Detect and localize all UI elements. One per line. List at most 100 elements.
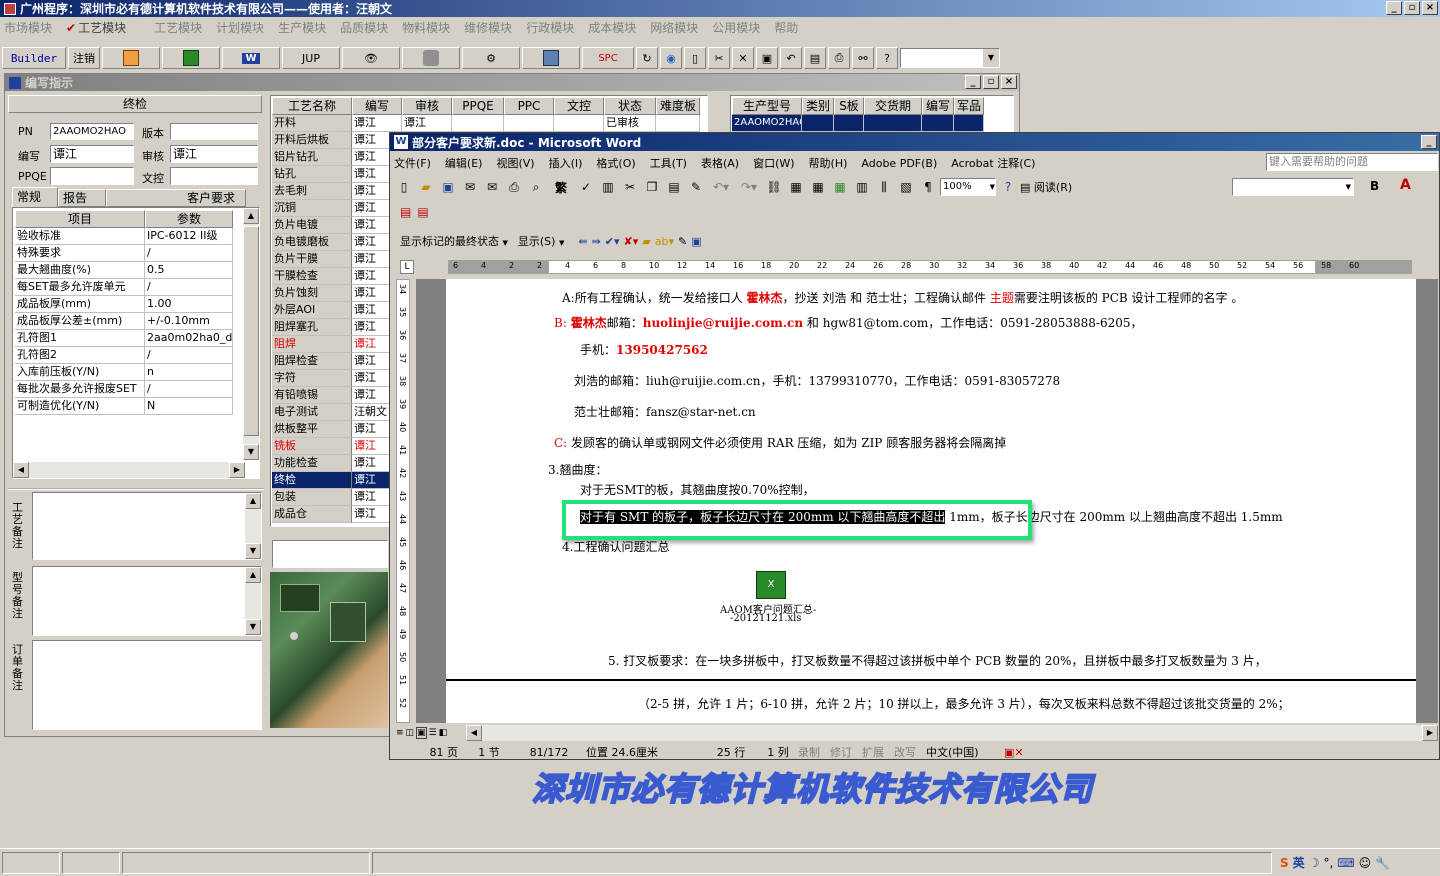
print-view-icon[interactable]: ▣ — [416, 727, 427, 739]
process-cell[interactable]: 谭江 — [402, 115, 452, 132]
reading-view-icon[interactable]: ◧ — [439, 728, 448, 738]
web-view-icon[interactable]: ◫ — [406, 728, 415, 738]
ime-mode[interactable]: 英 — [1293, 854, 1305, 871]
hyperlink-icon[interactable]: ⛓ — [764, 180, 784, 194]
report-button[interactable] — [102, 47, 160, 69]
moon-icon[interactable]: ☽ — [1309, 856, 1320, 870]
excel-attachment-icon[interactable]: X — [756, 571, 786, 599]
pn-field[interactable]: 2AAOMO2HAO — [50, 123, 134, 140]
process-cell[interactable]: 谭江 — [352, 115, 402, 132]
reviewing-pane-icon[interactable]: ▣ — [691, 235, 701, 248]
params-scroll-thumb[interactable] — [243, 226, 259, 436]
word-menu-item-0[interactable]: 文件(F) — [394, 155, 431, 171]
tools-button[interactable]: ⚙ — [462, 47, 520, 69]
refresh-button[interactable]: ↻ — [636, 47, 658, 69]
status-rec[interactable]: 录制 — [798, 744, 830, 760]
process-header-3[interactable]: PPQE — [452, 97, 504, 115]
word-scroll-left[interactable]: ◀ — [466, 725, 482, 741]
next-change-icon[interactable]: ⇛ — [592, 235, 601, 248]
menu-cost[interactable]: 成本模块 — [588, 19, 636, 36]
param-row[interactable]: 入库前压板(Y/N) n — [15, 364, 233, 381]
params-scroll-up[interactable]: ▲ — [243, 208, 259, 224]
line-b-mail[interactable]: huolinjie@ruijie.com.cn — [643, 316, 803, 330]
param-row[interactable]: 验收标准 IPC-6012 II级 — [15, 228, 233, 245]
model-note-scroll-down[interactable]: ▼ — [245, 619, 261, 635]
word-menu-item-1[interactable]: 编辑(E) — [445, 155, 483, 171]
spell-icon[interactable]: ✓ — [576, 180, 596, 194]
permission-icon[interactable]: ✉ — [460, 180, 480, 194]
read-button[interactable]: ▤ 阅读(R) — [1020, 179, 1086, 195]
process-cell[interactable] — [656, 115, 700, 132]
menu-plan[interactable]: 计划模块 — [216, 19, 264, 36]
insert-excel-icon[interactable]: ▦ — [830, 180, 850, 194]
logout-button[interactable]: 注销 — [68, 47, 100, 69]
print-preview-icon[interactable]: ⌕ — [526, 180, 546, 195]
word-menu-item-10[interactable]: Acrobat 注释(C) — [951, 155, 1035, 171]
paste-icon[interactable]: ▤ — [664, 180, 684, 194]
new-doc-icon[interactable]: ▯ — [394, 180, 414, 194]
word-menu-item-4[interactable]: 格式(O) — [596, 155, 635, 171]
param-row[interactable]: 可制造优化(Y/N) N — [15, 398, 233, 415]
process-header-1[interactable]: 编写 — [352, 97, 402, 115]
process-cell[interactable]: 已审核 — [604, 115, 656, 132]
word-menu-item-8[interactable]: 帮助(H) — [809, 155, 848, 171]
menu-maintenance[interactable]: 维修模块 — [464, 19, 512, 36]
word-minimize-button[interactable]: _ — [1421, 135, 1437, 149]
save-button[interactable]: ▣ — [756, 47, 778, 69]
punctuation-icon[interactable]: °, — [1323, 856, 1333, 870]
process-header-4[interactable]: PPC — [504, 97, 554, 115]
pdf-email-icon[interactable]: ▤ — [417, 205, 428, 219]
word-button[interactable]: W — [222, 47, 280, 69]
cut-doc-icon[interactable]: ✂ — [620, 180, 640, 194]
menu-engineering-check[interactable]: ✔ 工艺模块 — [66, 19, 140, 36]
product-header-2[interactable]: S板 — [834, 97, 864, 115]
copy-icon[interactable]: ❐ — [642, 180, 662, 194]
save-doc-icon[interactable]: ▣ — [438, 180, 458, 194]
review-field[interactable]: 谭江 — [170, 145, 258, 163]
process-header-5[interactable]: 文控 — [554, 97, 604, 115]
params-vscroll[interactable]: ▲ ▼ — [243, 208, 259, 460]
print-doc-icon[interactable]: ⎙ — [504, 180, 524, 195]
product-header-5[interactable]: 军品 — [954, 97, 984, 115]
accept-change-icon[interactable]: ✔▾ — [605, 235, 620, 248]
process-header-2[interactable]: 审核 — [402, 97, 452, 115]
track-display-select[interactable]: 显示标记的最终状态 ▼ — [400, 233, 508, 249]
word-hscroll[interactable]: ◀ ▶ — [466, 725, 1438, 741]
zoom-select[interactable]: 100% ▼ — [940, 178, 996, 196]
product-cell[interactable] — [954, 115, 984, 132]
product-header-4[interactable]: 编写 — [922, 97, 954, 115]
product-cell[interactable] — [922, 115, 954, 132]
process-header-6[interactable]: 状态 — [604, 97, 656, 115]
product-header-3[interactable]: 交货期 — [864, 97, 922, 115]
document-map-icon[interactable]: ▧ — [896, 180, 916, 194]
param-row[interactable]: 孔符图2/ — [15, 347, 233, 364]
word-menu-item-2[interactable]: 视图(V) — [496, 155, 534, 171]
undo-button[interactable]: ↶ — [780, 47, 802, 69]
menu-help[interactable]: 帮助 — [774, 19, 798, 36]
spc-button[interactable]: SPC — [582, 47, 634, 69]
normal-view-icon[interactable]: ≡ — [396, 728, 404, 738]
redo-doc-icon[interactable]: ↷▾ — [736, 180, 762, 194]
menu-material[interactable]: 物料模块 — [402, 19, 450, 36]
find-button[interactable]: ⚯ — [852, 47, 874, 69]
version-field[interactable] — [170, 123, 258, 140]
tables-borders-icon[interactable]: ▦ — [786, 180, 806, 194]
email-icon[interactable]: ✉ — [482, 180, 502, 194]
word-menu-item-5[interactable]: 工具(T) — [650, 155, 687, 171]
param-value[interactable]: N — [145, 398, 233, 415]
param-value[interactable]: / — [145, 381, 233, 398]
order-note-field[interactable] — [32, 640, 262, 730]
columns-icon[interactable]: ▥ — [852, 180, 872, 194]
font-size-select[interactable]: ▼ — [1232, 178, 1354, 196]
param-value[interactable]: / — [145, 245, 233, 262]
param-row[interactable]: 孔符图1 2aa0m02ha0_drl — [15, 330, 233, 347]
param-row[interactable]: 成品板厚(mm) 1.00 — [15, 296, 233, 313]
param-row[interactable]: 成品板厚公差±(mm) +/-0.10mm — [15, 313, 233, 330]
vertical-ruler[interactable]: 34 35 36 37 38 39 40 41 42 43 44 45 46 47 48 49 50 51 52 — [396, 279, 410, 723]
open-icon[interactable]: ▰ — [416, 180, 436, 194]
editor-minimize-button[interactable]: _ — [965, 75, 981, 89]
editor-close-button[interactable]: × — [1001, 75, 1017, 89]
menu-admin[interactable]: 行政模块 — [526, 19, 574, 36]
sogou-icon[interactable]: S — [1280, 856, 1289, 870]
drawing-icon[interactable]: ⫼ — [874, 180, 894, 195]
